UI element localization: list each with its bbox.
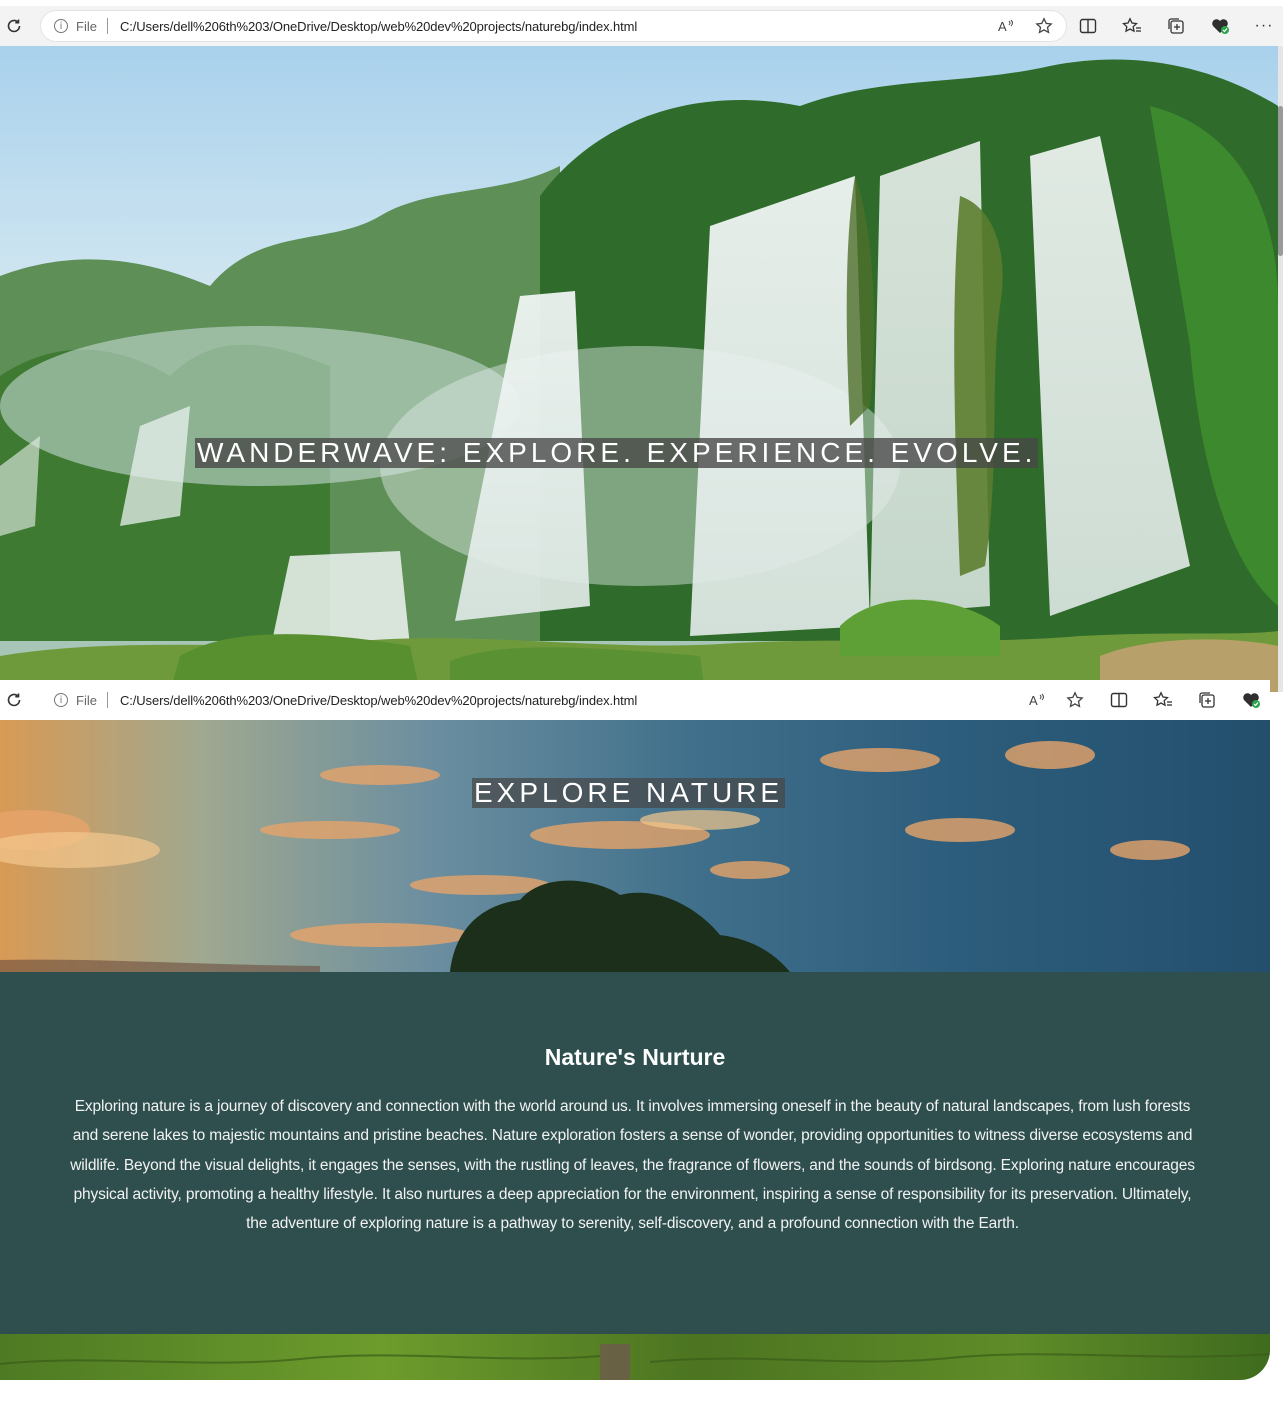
scrollbar-thumb[interactable] (1278, 106, 1283, 256)
favorites-icon[interactable] (1152, 689, 1174, 711)
favorite-star-icon[interactable] (1064, 689, 1086, 711)
hero-title: WANDERWAVE: EXPLORE. EXPERIENCE. EVOLVE. (195, 437, 1039, 468)
article-heading: Nature's Nurture (544, 1044, 726, 1070)
browser-essentials-icon[interactable] (1240, 689, 1262, 711)
article-body: Exploring nature is a journey of discove… (70, 1098, 1195, 1233)
lower-page: EXPLORE NATURE Nature's Nurture Explorin… (0, 720, 1270, 1380)
address-separator (106, 692, 108, 708)
browser-toolbar: i File C:/Users/dell%206th%203/OneDrive/… (0, 6, 1283, 46)
waterfall-background-image (0, 46, 1278, 692)
info-icon[interactable]: i (54, 693, 68, 707)
explore-title: EXPLORE NATURE (472, 777, 786, 808)
favorites-icon[interactable] (1121, 15, 1143, 37)
file-label: File (76, 18, 97, 34)
address-bar[interactable]: i File C:/Users/dell%206th%203/OneDrive/… (40, 684, 1098, 716)
address-separator (106, 18, 108, 34)
split-screen-icon[interactable] (1108, 689, 1130, 711)
toolbar-icons: ··· (1077, 15, 1275, 37)
address-bar-actions: A (1026, 689, 1086, 711)
sunset-sky-image (0, 741, 1190, 972)
info-icon[interactable]: i (54, 19, 68, 33)
split-screen-icon[interactable] (1077, 15, 1099, 37)
collections-icon[interactable] (1165, 15, 1187, 37)
browser-essentials-icon[interactable] (1209, 15, 1231, 37)
favorite-star-icon[interactable] (1033, 15, 1055, 37)
reload-icon[interactable] (2, 688, 26, 712)
collections-icon[interactable] (1196, 689, 1218, 711)
url-text[interactable]: C:/Users/dell%206th%203/OneDrive/Desktop… (120, 693, 637, 708)
url-text[interactable]: C:/Users/dell%206th%203/OneDrive/Desktop… (120, 19, 637, 34)
tea-field-image (0, 1334, 1270, 1380)
toolbar-icons (1108, 689, 1262, 711)
reload-icon[interactable] (2, 14, 26, 38)
page-scrollbar[interactable] (1278, 46, 1283, 692)
more-menu-icon[interactable]: ··· (1253, 15, 1275, 37)
article-panel: Nature's Nurture Exploring nature is a j… (0, 972, 1270, 1334)
svg-text:A: A (1029, 693, 1038, 708)
address-bar[interactable]: i File C:/Users/dell%206th%203/OneDrive/… (40, 10, 1067, 42)
hero-section: WANDERWAVE: EXPLORE. EXPERIENCE. EVOLVE. (0, 46, 1278, 692)
svg-text:A: A (998, 19, 1007, 34)
read-aloud-icon[interactable]: A (995, 15, 1017, 37)
sunset-sky-banner: EXPLORE NATURE (0, 720, 1270, 972)
address-bar-actions: A (995, 15, 1055, 37)
read-aloud-icon[interactable]: A (1026, 689, 1048, 711)
browser-toolbar-second: i File C:/Users/dell%206th%203/OneDrive/… (0, 680, 1270, 720)
file-label: File (76, 692, 97, 708)
